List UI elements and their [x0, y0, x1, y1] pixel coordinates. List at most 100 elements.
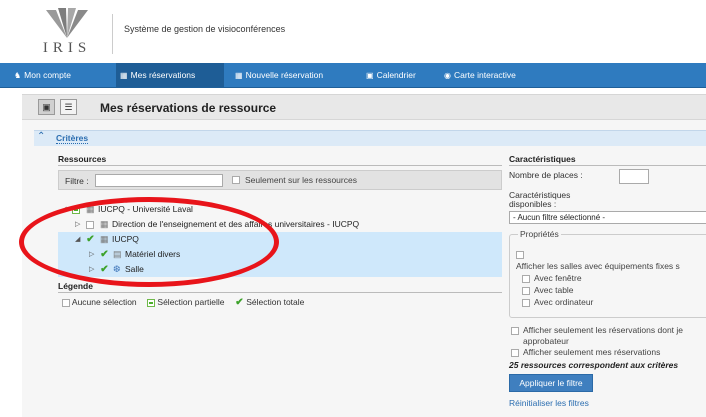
partial-checkbox-icon — [147, 298, 156, 307]
legend-total-label: Sélection totale — [246, 297, 305, 307]
approver-option[interactable]: Afficher seulement les réservations dont… — [511, 325, 683, 335]
expand-arrow-icon[interactable]: ◢ — [75, 232, 80, 247]
with-computer-label: Avec ordinateur — [534, 297, 594, 307]
partial-checkbox[interactable] — [72, 205, 80, 214]
logo-fan-icon — [46, 8, 88, 38]
nav-label: Mes réservations — [130, 70, 196, 80]
room-icon: ❆ — [113, 264, 121, 274]
list-icon: ▦ — [235, 71, 243, 80]
show-rooms-label: Afficher les salles avec équipements fix… — [516, 261, 680, 271]
legend-total: ✔ Sélection totale — [235, 295, 305, 309]
chevron-up-icon: ⌃ — [37, 131, 46, 142]
mine-label: Afficher seulement mes réservations — [523, 347, 661, 357]
only-resources-checkbox[interactable] — [232, 176, 240, 184]
tree-node-label: Matériel divers — [125, 249, 181, 259]
checkbox[interactable] — [522, 286, 530, 295]
list-view-button[interactable]: ☰ — [60, 99, 77, 115]
legend-none-label: Aucune sélection — [71, 297, 137, 307]
checked-checkbox[interactable]: ✔ — [100, 250, 109, 260]
places-label: Nombre de places : — [509, 170, 583, 180]
main-nav: ♞ Mon compte ▦ Mes réservations ▦ Nouvelle … — [0, 63, 706, 88]
tree-node-iucpq[interactable]: ◢ ✔ ▦ IUCPQ — [58, 232, 502, 247]
approver-label: Afficher seulement les réservations dont… — [523, 325, 684, 335]
apply-filter-button[interactable]: Appliquer le filtre — [509, 374, 593, 392]
collapsed-arrow-icon[interactable]: ▷ — [75, 217, 80, 232]
available-label: Caractéristiques disponibles : — [509, 190, 571, 209]
checkbox[interactable] — [522, 298, 530, 307]
resources-heading-bar: Ressources — [58, 154, 502, 166]
nav-label: Nouvelle réservation — [245, 70, 324, 80]
nav-nouvelle-reservation[interactable]: ▦ Nouvelle réservation — [231, 63, 357, 87]
filter-label: Filtre : — [65, 176, 89, 186]
globe-icon: ◉ — [444, 71, 451, 80]
properties-legend: Propriétés — [518, 229, 561, 239]
with-table-option[interactable]: Avec table — [522, 285, 574, 295]
expand-arrow-icon[interactable]: ◢ — [61, 202, 66, 217]
equipment-icon: ▤ — [113, 249, 122, 259]
reset-filters-link[interactable]: Réinitialiser les filtres — [509, 398, 589, 408]
checkbox[interactable] — [516, 250, 524, 259]
empty-checkbox-icon — [62, 298, 70, 307]
checkbox[interactable] — [511, 348, 519, 357]
characteristics-panel: Caractéristiques Nombre de places : Cara… — [509, 154, 706, 417]
building-icon: ▦ — [100, 234, 109, 244]
nav-label: Calendrier — [376, 70, 416, 80]
nav-label: Carte interactive — [453, 70, 516, 80]
checked-checkbox[interactable]: ✔ — [86, 235, 95, 245]
characteristics-heading-bar: Caractéristiques — [509, 154, 706, 166]
legend-row: Aucune sélection Sélection partielle ✔ S… — [62, 295, 312, 309]
calendar-view-button[interactable]: ▣ — [38, 99, 55, 115]
criteria-toggle[interactable]: ⌃ Critères — [34, 130, 706, 146]
places-input[interactable] — [619, 169, 649, 184]
checkbox[interactable] — [511, 326, 519, 335]
legend-partial: Sélection partielle — [147, 295, 225, 309]
properties-fieldset: Propriétés Afficher les salles avec équi… — [509, 229, 706, 318]
tree-node-label: IUCPQ — [112, 234, 139, 244]
with-window-label: Avec fenêtre — [534, 273, 582, 283]
show-rooms-checkbox-row[interactable] — [516, 249, 528, 259]
tree-node-label: Salle — [125, 264, 144, 274]
header-divider — [112, 14, 113, 54]
characteristics-heading: Caractéristiques — [509, 154, 576, 164]
checkbox[interactable] — [522, 274, 530, 283]
characteristics-select[interactable]: - Aucun filtre sélectionné - — [509, 211, 706, 224]
empty-checkbox[interactable] — [86, 220, 94, 229]
mine-option[interactable]: Afficher seulement mes réservations — [511, 347, 660, 357]
legend-partial-label: Sélection partielle — [157, 297, 225, 307]
nav-carte-interactive[interactable]: ◉ Carte interactive — [440, 63, 540, 87]
user-icon: ♞ — [14, 71, 22, 80]
tree-node-label: Direction de l'enseignement et des affai… — [112, 219, 360, 229]
list-icon: ▦ — [120, 71, 128, 80]
legend-none: Aucune sélection — [62, 295, 137, 309]
with-window-option[interactable]: Avec fenêtre — [522, 273, 582, 283]
legend-heading: Légende — [58, 281, 93, 291]
page-title-bar: ▣ ☰ Mes réservations de ressource — [22, 94, 706, 120]
collapsed-arrow-icon[interactable]: ▷ — [89, 262, 94, 277]
tree-node-iucpq-universite-laval[interactable]: ◢ ▦ IUCPQ - Université Laval — [58, 202, 502, 217]
tree-node-salle[interactable]: ▷ ✔ ❆ Salle — [58, 262, 502, 277]
with-table-label: Avec table — [534, 285, 574, 295]
nav-calendrier[interactable]: ▣ Calendrier — [362, 63, 428, 87]
nav-mes-reservations[interactable]: ▦ Mes réservations — [116, 63, 224, 87]
checked-checkbox-icon: ✔ — [235, 297, 244, 309]
resources-heading: Ressources — [58, 154, 107, 164]
tree-node-materiel-divers[interactable]: ▷ ✔ ▤ Matériel divers — [58, 247, 502, 262]
tree-node-label: IUCPQ - Université Laval — [98, 204, 193, 214]
app-title: Système de gestion de visioconférences — [124, 24, 286, 34]
iris-logo[interactable]: IRIS — [38, 8, 96, 58]
with-computer-option[interactable]: Avec ordinateur — [522, 297, 593, 307]
only-resources-label: Seulement sur les ressources — [245, 175, 357, 185]
result-count: 25 ressources correspondent aux critères — [509, 360, 679, 370]
collapsed-arrow-icon[interactable]: ▷ — [89, 247, 94, 262]
nav-mon-compte[interactable]: ♞ Mon compte — [10, 63, 111, 87]
tree-node-direction-enseignement[interactable]: ▷ ▦ Direction de l'enseignement et des a… — [58, 217, 502, 232]
logo-text: IRIS — [42, 40, 92, 56]
list-icon: ☰ — [64, 102, 73, 112]
calendar-icon: ▣ — [366, 71, 374, 80]
criteria-label[interactable]: Critères — [56, 133, 89, 144]
resources-panel: Ressources Filtre : Seulement sur les re… — [58, 154, 502, 394]
checked-checkbox[interactable]: ✔ — [100, 265, 109, 275]
calendar-icon: ▣ — [42, 102, 51, 112]
legend-heading-bar: Légende — [58, 281, 502, 293]
filter-input[interactable] — [95, 174, 223, 187]
